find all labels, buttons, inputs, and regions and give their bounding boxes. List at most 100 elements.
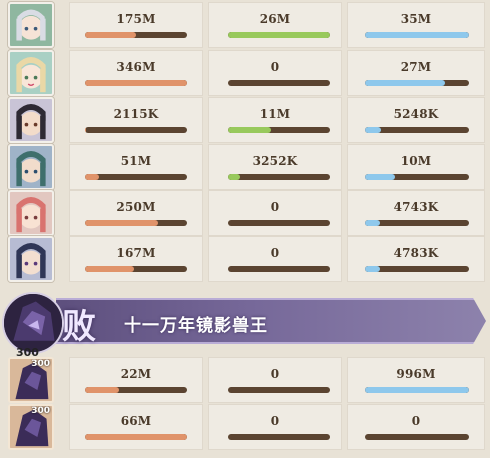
damage-dealt-fill xyxy=(85,266,134,272)
enemy-result-banner: 败 十一万年镜影兽王 300 xyxy=(0,290,490,359)
healing-bar xyxy=(228,387,330,393)
stat-row: 167M 0 4783K xyxy=(0,236,490,282)
healing-value: 0 xyxy=(270,246,280,260)
damage-taken-fill xyxy=(365,80,446,86)
damage-taken-value: 10M xyxy=(400,154,432,168)
damage-taken-cell: 996M xyxy=(347,357,485,403)
damage-taken-fill xyxy=(365,387,469,393)
damage-taken-cell: 5248K xyxy=(347,97,485,143)
damage-dealt-value: 2115K xyxy=(113,107,159,121)
healing-cell: 0 xyxy=(208,190,342,236)
healing-cell: 0 xyxy=(208,236,342,282)
stat-row: 346M 0 27M xyxy=(0,50,490,96)
damage-taken-value: 35M xyxy=(400,12,432,26)
character-portrait-teal-hair[interactable] xyxy=(8,144,54,190)
character-portrait-blonde[interactable] xyxy=(8,50,54,96)
damage-taken-bar xyxy=(365,387,469,393)
stat-row: 2115K 11M 5248K xyxy=(0,97,490,143)
damage-taken-cell: 35M xyxy=(347,2,485,48)
damage-dealt-value: 66M xyxy=(120,414,152,428)
healing-bar xyxy=(228,266,330,272)
damage-taken-cell: 0 xyxy=(347,404,485,450)
stat-row: 250M 0 4743K xyxy=(0,190,490,236)
healing-bar xyxy=(228,220,330,226)
damage-dealt-fill xyxy=(85,127,87,133)
damage-taken-cell: 4783K xyxy=(347,236,485,282)
damage-dealt-cell: 346M xyxy=(69,50,203,96)
enemy-beast-portrait[interactable]: 300 xyxy=(8,404,54,450)
enemy-beast-portrait[interactable]: 300 xyxy=(8,357,54,403)
enemy-unit-row: 300 22M 0 996M xyxy=(0,357,490,403)
battle-damage-stats-panel: 175M 26M 35M 346M 0 27M 2115K 11M 5248K … xyxy=(0,0,490,458)
healing-bar xyxy=(228,127,330,133)
healing-cell: 0 xyxy=(208,50,342,96)
damage-dealt-fill xyxy=(85,387,119,393)
damage-taken-fill xyxy=(365,266,380,272)
damage-dealt-bar xyxy=(85,434,187,440)
damage-dealt-bar xyxy=(85,220,187,226)
stat-row: 51M 3252K 10M xyxy=(0,144,490,190)
damage-dealt-value: 250M xyxy=(116,200,156,214)
banner-background xyxy=(56,298,486,344)
damage-taken-value: 4783K xyxy=(393,246,439,260)
damage-taken-value: 5248K xyxy=(393,107,439,121)
healing-value: 0 xyxy=(270,200,280,214)
healing-fill xyxy=(228,32,330,38)
damage-taken-bar xyxy=(365,32,469,38)
damage-dealt-cell: 51M xyxy=(69,144,203,190)
character-portrait-silver-hair[interactable] xyxy=(8,2,54,48)
damage-taken-value: 4743K xyxy=(393,200,439,214)
healing-value: 26M xyxy=(259,12,291,26)
damage-dealt-value: 167M xyxy=(116,246,156,260)
damage-taken-value: 0 xyxy=(411,414,421,428)
damage-dealt-cell: 175M xyxy=(69,2,203,48)
damage-taken-cell: 4743K xyxy=(347,190,485,236)
damage-dealt-fill xyxy=(85,174,100,180)
stat-row: 175M 26M 35M xyxy=(0,2,490,48)
damage-taken-fill xyxy=(365,174,396,180)
damage-dealt-cell: 66M xyxy=(69,404,203,450)
damage-dealt-value: 51M xyxy=(120,154,152,168)
damage-dealt-bar xyxy=(85,32,187,38)
damage-taken-bar xyxy=(365,174,469,180)
damage-dealt-bar xyxy=(85,266,187,272)
healing-fill xyxy=(228,174,241,180)
damage-dealt-bar xyxy=(85,80,187,86)
damage-taken-fill xyxy=(365,127,381,133)
damage-dealt-fill xyxy=(85,32,136,38)
healing-value: 0 xyxy=(270,60,280,74)
damage-taken-bar xyxy=(365,434,469,440)
damage-dealt-cell: 2115K xyxy=(69,97,203,143)
enemy-boss-portrait[interactable] xyxy=(2,292,64,354)
damage-taken-value: 27M xyxy=(400,60,432,74)
healing-bar xyxy=(228,174,330,180)
damage-taken-bar xyxy=(365,220,469,226)
damage-dealt-fill xyxy=(85,220,159,226)
defeat-label: 败 xyxy=(62,307,96,347)
damage-dealt-value: 22M xyxy=(120,367,152,381)
healing-value: 0 xyxy=(270,367,280,381)
enemy-unit-row: 300 66M 0 0 xyxy=(0,404,490,450)
healing-cell: 11M xyxy=(208,97,342,143)
healing-bar xyxy=(228,434,330,440)
character-portrait-dark-hair[interactable] xyxy=(8,97,54,143)
damage-taken-fill xyxy=(365,32,469,38)
damage-taken-bar xyxy=(365,80,469,86)
damage-dealt-bar xyxy=(85,387,187,393)
enemy-unit-level: 300 xyxy=(31,406,50,416)
damage-dealt-fill xyxy=(85,80,187,86)
damage-dealt-cell: 250M xyxy=(69,190,203,236)
damage-taken-value: 996M xyxy=(396,367,436,381)
enemy-name: 十一万年镜影兽王 xyxy=(124,316,268,336)
healing-value: 0 xyxy=(270,414,280,428)
damage-dealt-bar xyxy=(85,127,187,133)
character-portrait-navy-hair[interactable] xyxy=(8,236,54,282)
healing-bar xyxy=(228,32,330,38)
damage-dealt-bar xyxy=(85,174,187,180)
healing-cell: 26M xyxy=(208,2,342,48)
character-portrait-red-hair[interactable] xyxy=(8,190,54,236)
damage-dealt-value: 175M xyxy=(116,12,156,26)
healing-cell: 3252K xyxy=(208,144,342,190)
healing-cell: 0 xyxy=(208,404,342,450)
damage-taken-cell: 27M xyxy=(347,50,485,96)
